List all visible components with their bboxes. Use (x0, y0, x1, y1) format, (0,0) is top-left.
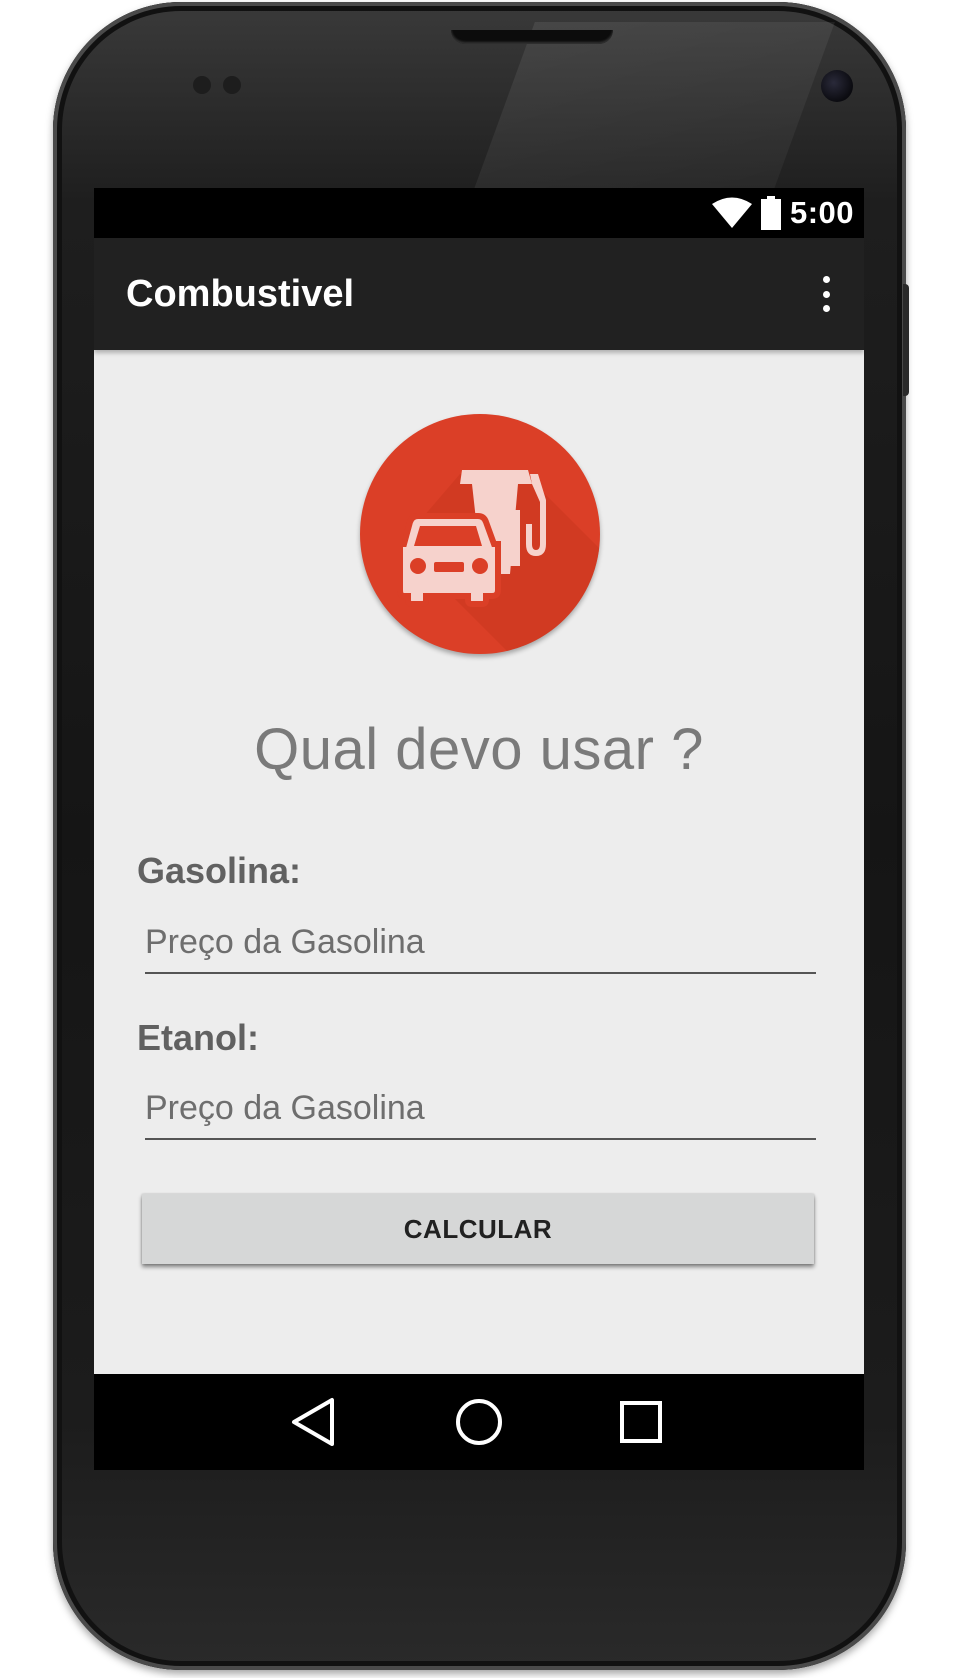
calculate-button[interactable]: CALCULAR (142, 1194, 814, 1264)
back-icon[interactable] (284, 1394, 344, 1450)
overflow-dot (822, 305, 830, 312)
etanol-price-input[interactable] (145, 1078, 816, 1140)
overflow-dot (822, 290, 830, 298)
gasolina-label: Gasolina: (137, 850, 302, 891)
battery-icon (760, 196, 781, 230)
overflow-dot (822, 276, 830, 283)
light-sensor (223, 76, 241, 94)
earpiece-speaker (451, 30, 613, 44)
headline: Qual devo usar ? (254, 717, 704, 782)
etanol-label: Etanol: (137, 1017, 259, 1058)
app-bar: Combustivel (94, 238, 864, 350)
front-camera (821, 70, 853, 102)
recents-icon[interactable] (610, 1394, 670, 1450)
gasolina-price-input[interactable] (145, 912, 816, 974)
status-bar: 5:00 (94, 188, 864, 238)
status-time: 5:00 (789, 195, 854, 230)
proximity-sensor (193, 76, 211, 94)
wifi-icon (711, 197, 752, 228)
status-icons: 5:00 (711, 188, 854, 238)
fuel-station-logo (360, 414, 600, 654)
home-icon[interactable] (449, 1394, 509, 1450)
power-button[interactable] (903, 284, 909, 396)
navigation-bar (94, 1374, 864, 1470)
app-title: Combustivel (126, 273, 355, 315)
phone-screen: 5:00 Combustivel Qual devo usar ? Gasoli… (94, 188, 864, 1470)
fuel-station-car-icon (397, 470, 600, 654)
overflow-menu-icon[interactable] (814, 270, 838, 318)
